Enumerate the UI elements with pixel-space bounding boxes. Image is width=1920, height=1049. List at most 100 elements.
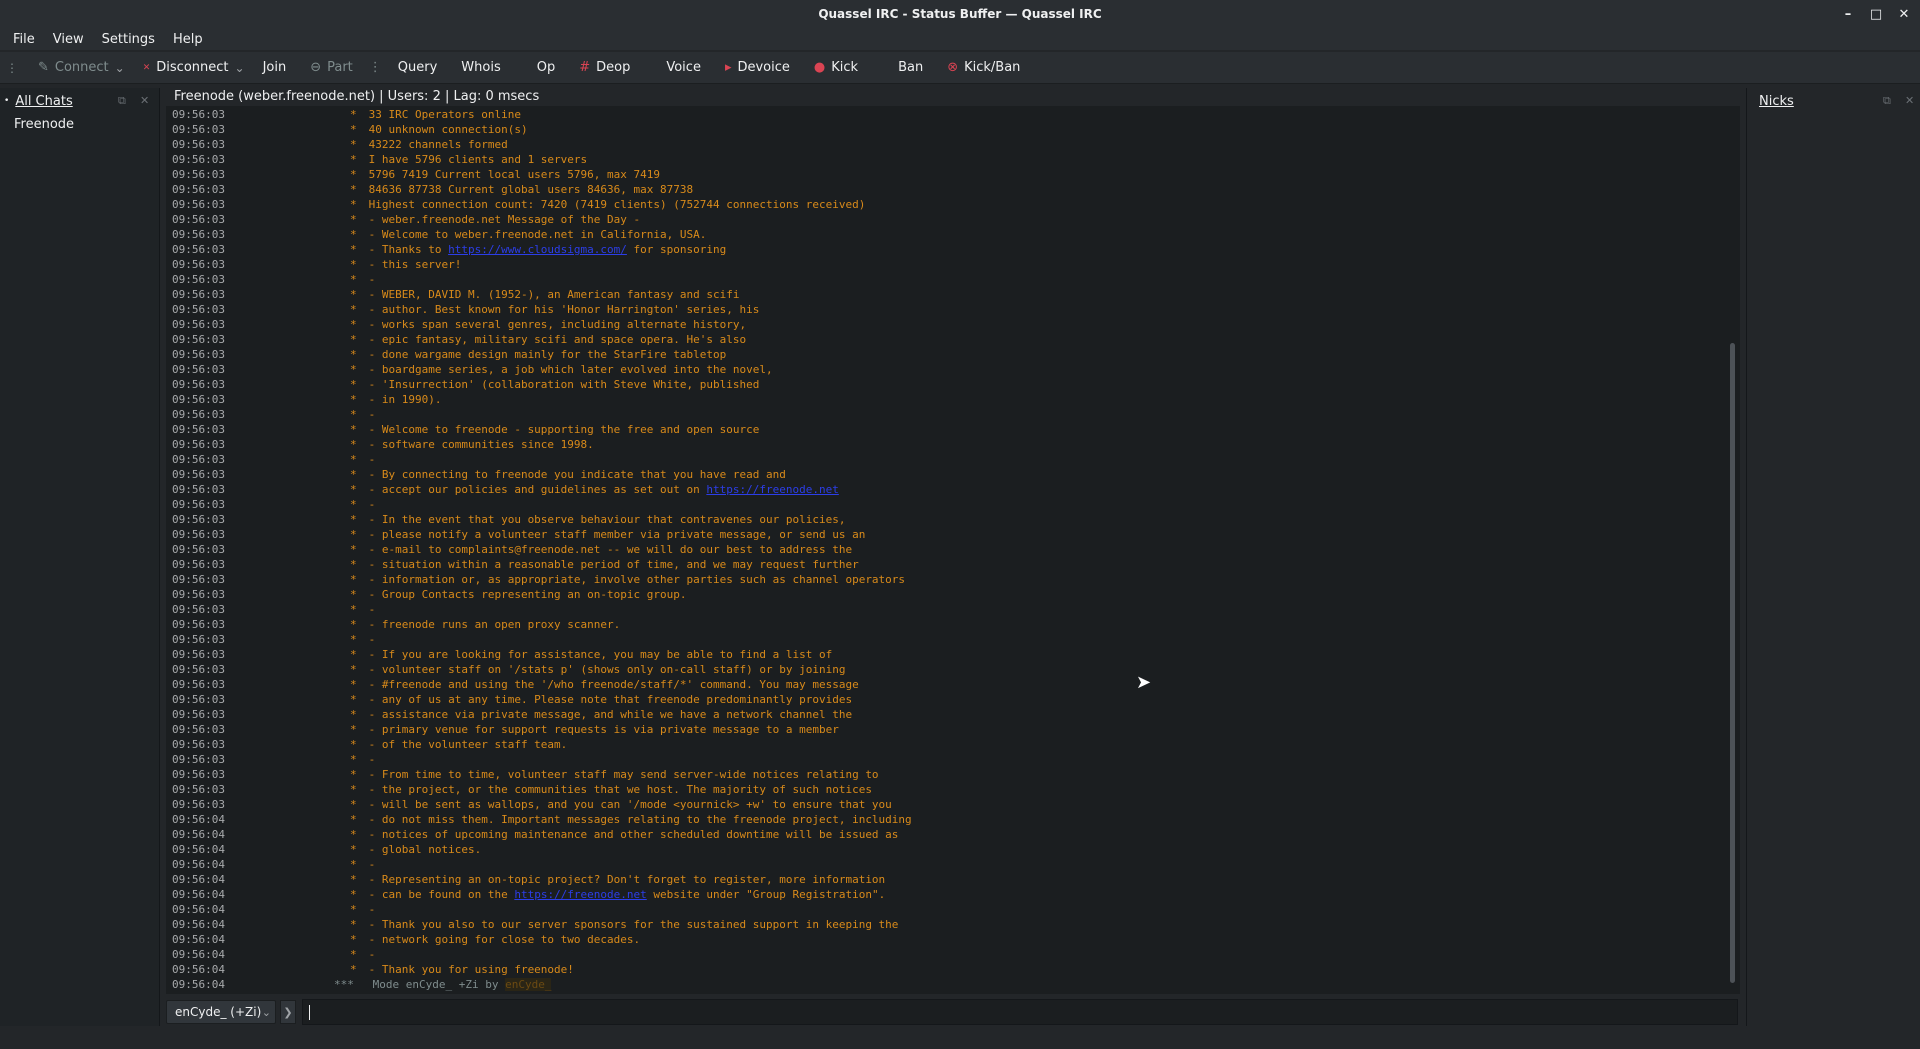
chat-message: - boardgame series, a job which later ev… — [362, 363, 773, 376]
chat-sender: * — [350, 168, 357, 181]
nick-selector[interactable]: enCyde_ (+Zi) ⌄ — [166, 1000, 276, 1024]
chat-timestamp: 09:56:03 — [172, 798, 225, 811]
network-item-freenode[interactable]: Freenode — [0, 114, 159, 134]
expand-input-button[interactable]: ❯ — [280, 1000, 296, 1024]
panel-close-icon[interactable]: ✕ — [1905, 94, 1914, 107]
chat-sender: * — [350, 258, 357, 271]
chat-sender: * — [350, 663, 357, 676]
chat-sender: *** — [334, 978, 354, 991]
chat-line: 09:56:04 * - can be found on the https://… — [166, 887, 1726, 902]
chat-sender: * — [350, 753, 357, 766]
text-caret — [309, 1005, 310, 1020]
chat-line: 09:56:03 * 5796 7419 Current local users … — [166, 167, 1726, 182]
menu-view[interactable]: View — [44, 32, 93, 47]
chat-buffer: 09:56:03 * 33 IRC Operators online 09:56:0… — [166, 106, 1740, 994]
part-icon: ⊖ — [310, 60, 322, 75]
chat-line: 09:56:03 * - please notify a volunteer st… — [166, 527, 1726, 542]
chat-message: - done wargame design mainly for the Sta… — [362, 348, 727, 361]
whois-button[interactable]: Whois — [449, 54, 512, 82]
chat-scrollbar[interactable] — [1728, 106, 1738, 994]
query-button[interactable]: Query — [386, 54, 450, 82]
float-icon[interactable]: ⧉ — [1883, 94, 1891, 108]
voice-button[interactable]: Voice — [654, 54, 713, 82]
all-chats-label[interactable]: All Chats — [15, 94, 72, 109]
op-button[interactable]: Op — [525, 54, 567, 82]
ban-button[interactable]: Ban — [886, 54, 935, 82]
kickban-button[interactable]: ⊗ Kick/Ban — [935, 54, 1032, 82]
disconnect-dropdown-icon[interactable]: ⌄ — [235, 61, 245, 75]
chat-line: 09:56:03 * - — [166, 752, 1726, 767]
chat-timestamp: 09:56:03 — [172, 333, 225, 346]
connect-dropdown-icon[interactable]: ⌄ — [115, 61, 125, 75]
toolbar-handle-icon[interactable]: ⋮ — [6, 61, 18, 75]
chat-timestamp: 09:56:03 — [172, 243, 225, 256]
chat-timestamp: 09:56:03 — [172, 273, 225, 286]
chat-message: 33 IRC Operators online — [362, 108, 521, 121]
chat-timestamp: 09:56:03 — [172, 648, 225, 661]
chat-message: - global notices. — [362, 843, 482, 856]
scrollbar-thumb[interactable] — [1730, 343, 1735, 983]
chat-line: 09:56:03 * - assistance via private messa… — [166, 707, 1726, 722]
panel-close-icon[interactable]: ✕ — [140, 94, 149, 107]
connect-button[interactable]: ✎ Connect — [26, 54, 121, 82]
chat-message: 43222 channels formed — [362, 138, 508, 151]
part-button[interactable]: ⊖ Part — [298, 54, 365, 82]
chat-sender: * — [350, 318, 357, 331]
chat-line: 09:56:04 * - Representing an on-topic pro… — [166, 872, 1726, 887]
chat-sender: * — [350, 483, 357, 496]
chat-message: 84636 87738 Current global users 84636, … — [362, 183, 694, 196]
chat-line: 09:56:03 * - #freenode and using the '/wh… — [166, 677, 1726, 692]
chat-sender: * — [350, 303, 357, 316]
chat-message: - network going for close to two decades… — [362, 933, 641, 946]
window-titlebar: Quassel IRC - Status Buffer — Quassel IR… — [0, 0, 1920, 28]
chat-message: - weber.freenode.net Message of the Day … — [362, 213, 641, 226]
nick-selector-label: enCyde_ (+Zi) — [175, 1005, 262, 1019]
float-icon[interactable]: ⧉ — [118, 94, 126, 108]
message-input[interactable] — [302, 999, 1738, 1025]
chat-line: 09:56:03 * - information or, as appropria… — [166, 572, 1726, 587]
menu-help[interactable]: Help — [164, 32, 212, 47]
chat-line: 09:56:03 * - accept our policies and guid… — [166, 482, 1726, 497]
chat-message: - notices of upcoming maintenance and ot… — [362, 828, 899, 841]
chat-line: 09:56:03 * - WEBER, DAVID M. (1952-), an … — [166, 287, 1726, 302]
disconnect-button[interactable]: ✕ Disconnect — [131, 54, 241, 82]
minimize-icon[interactable]: – — [1838, 4, 1858, 24]
maximize-icon[interactable]: □ — [1866, 4, 1886, 24]
chat-message: - Thank you for using freenode! — [362, 963, 574, 976]
chat-line: 09:56:03 * - this server! — [166, 257, 1726, 272]
chat-sender: * — [350, 333, 357, 346]
chat-line: 09:56:03 * - By connecting to freenode yo… — [166, 467, 1726, 482]
devoice-button[interactable]: ▸ Devoice — [713, 54, 802, 82]
chat-line: 09:56:04 * - — [166, 947, 1726, 962]
chat-line: 09:56:03 * - — [166, 632, 1726, 647]
chat-link[interactable]: https://freenode.net — [706, 483, 838, 496]
chat-timestamp: 09:56:04 — [172, 933, 225, 946]
chat-line: 09:56:03 * - e-mail to complaints@freenod… — [166, 542, 1726, 557]
chat-timestamp: 09:56:04 — [172, 918, 225, 931]
chat-timestamp: 09:56:03 — [172, 423, 225, 436]
chat-message: - can be found on the https://freenode.n… — [362, 888, 886, 901]
chat-sender: * — [350, 633, 357, 646]
chat-link[interactable]: https://www.cloudsigma.com/ — [448, 243, 627, 256]
chat-sender: * — [350, 708, 357, 721]
chat-sender: * — [350, 513, 357, 526]
chat-timestamp: 09:56:03 — [172, 348, 225, 361]
chat-link[interactable]: https://freenode.net — [514, 888, 646, 901]
close-icon[interactable]: ✕ — [1894, 4, 1914, 24]
kick-button[interactable]: ● Kick — [802, 54, 870, 82]
chat-line: 09:56:03 * - will be sent as wallops, and… — [166, 797, 1726, 812]
chat-sender: * — [350, 363, 357, 376]
menu-settings[interactable]: Settings — [93, 32, 164, 47]
chat-nick-reference[interactable]: enCyde_ — [505, 978, 552, 991]
chat-timestamp: 09:56:03 — [172, 123, 225, 136]
join-button[interactable]: Join — [251, 54, 299, 82]
chat-timestamp: 09:56:03 — [172, 603, 225, 616]
deop-label: Deop — [596, 60, 631, 75]
chat-line: 09:56:03 * - author. Best known for his '… — [166, 302, 1726, 317]
deop-button[interactable]: # Deop — [567, 54, 642, 82]
chat-sender: * — [350, 198, 357, 211]
menu-file[interactable]: File — [4, 32, 44, 47]
chat-sender: * — [350, 438, 357, 451]
chat-timestamp: 09:56:03 — [172, 303, 225, 316]
chat-sender: * — [350, 603, 357, 616]
